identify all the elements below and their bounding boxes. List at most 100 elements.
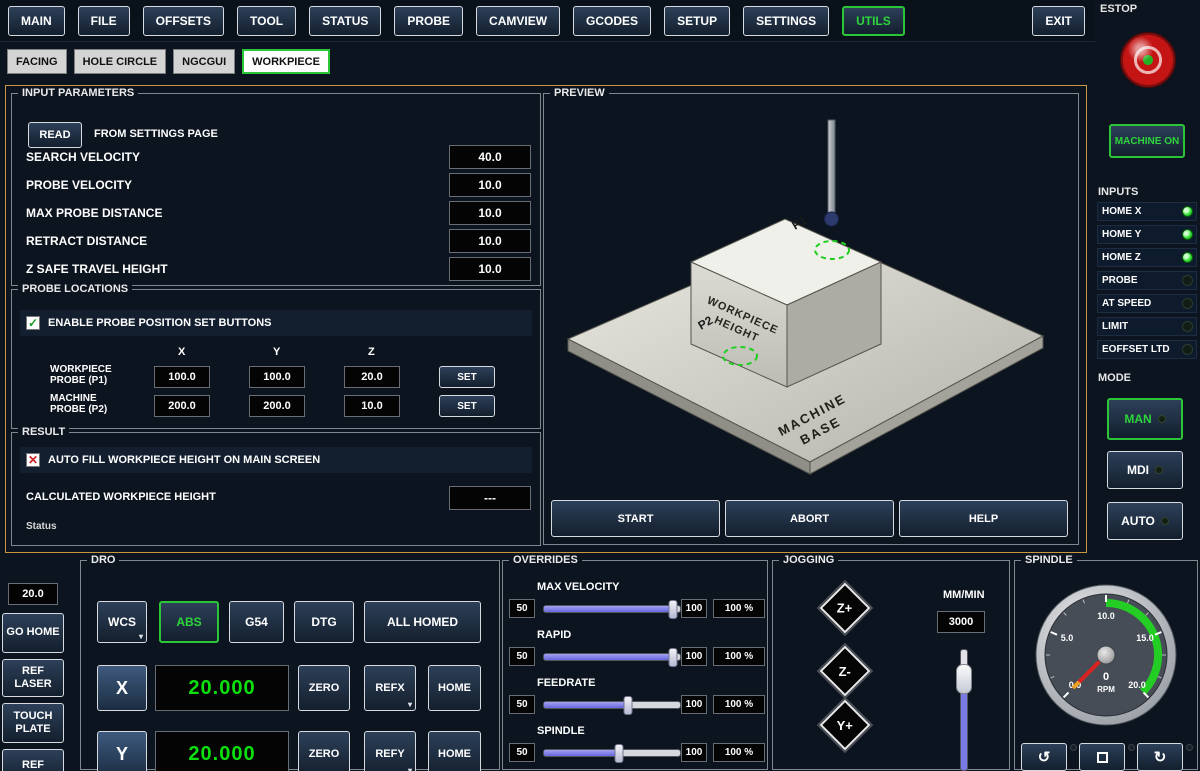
menu-gcodes-button[interactable]: GCODES [573, 6, 651, 36]
input-row-home-z: HOME Z [1097, 248, 1197, 267]
p1-y-field[interactable]: 100.0 [249, 366, 305, 388]
feedrate-min[interactable]: 50 [509, 695, 535, 714]
chevron-down-icon: ▾ [139, 632, 143, 641]
jog-z-minus-button[interactable]: Z- [820, 646, 871, 697]
jogging-group: JOGGING Z+ Z- Y+ MM/MIN 3000 [772, 560, 1010, 770]
jog-y-plus-button[interactable]: Y+ [820, 700, 871, 751]
spindle-gauge: 0.0 5.0 10.0 15.0 20.0 0 RPM [1023, 579, 1189, 731]
jog-z-plus-button[interactable]: Z+ [820, 583, 871, 634]
rapid-min[interactable]: 50 [509, 647, 535, 666]
chevron-down-icon: ▾ [408, 700, 412, 709]
spindle-cw-button[interactable]: ↻ [1137, 743, 1183, 771]
probe-velocity-field[interactable]: 10.0 [449, 173, 531, 197]
mode-mdi-button[interactable]: MDI [1107, 451, 1183, 489]
svg-text:15.0: 15.0 [1136, 633, 1154, 643]
axis-x-home-button[interactable]: HOME [428, 665, 481, 711]
max-probe-distance-field[interactable]: 10.0 [449, 201, 531, 225]
rapid-percent: 100 % [713, 647, 765, 666]
menu-setup-button[interactable]: SETUP [664, 6, 730, 36]
probe-rod [828, 120, 835, 213]
p1-x-field[interactable]: 100.0 [154, 366, 210, 388]
p1-z-field[interactable]: 20.0 [344, 366, 400, 388]
p1-set-button[interactable]: SET [439, 366, 495, 388]
spindle-min[interactable]: 50 [509, 743, 535, 762]
max-velocity-max[interactable]: 100 [681, 599, 707, 618]
wcs-button[interactable]: WCS▾ [97, 601, 147, 643]
max-velocity-slider-handle[interactable] [669, 600, 678, 619]
home-y-led [1182, 229, 1193, 240]
feedrate-slider-handle[interactable] [624, 696, 633, 715]
p2-set-button[interactable]: SET [439, 395, 495, 417]
result-group: RESULT ✕ AUTO FILL WORKPIECE HEIGHT ON M… [11, 432, 541, 546]
start-button[interactable]: START [551, 500, 720, 537]
feedrate-max[interactable]: 100 [681, 695, 707, 714]
rapid-slider-handle[interactable] [669, 648, 678, 667]
axis-y-home-button[interactable]: HOME [428, 731, 481, 771]
menu-settings-button[interactable]: SETTINGS [743, 6, 829, 36]
abs-button[interactable]: ABS [159, 601, 219, 643]
axis-x-ref-button[interactable]: REFX▾ [364, 665, 416, 711]
retract-distance-field[interactable]: 10.0 [449, 229, 531, 253]
tab-hole-circle[interactable]: HOLE CIRCLE [74, 49, 167, 74]
axis-x-zero-button[interactable]: ZERO [298, 665, 350, 711]
mode-auto-button[interactable]: AUTO [1107, 502, 1183, 540]
probe-tip [825, 212, 839, 226]
menu-offsets-button[interactable]: OFFSETS [143, 6, 224, 36]
exit-button[interactable]: EXIT [1032, 6, 1085, 36]
overrides-group: OVERRIDES MAX VELOCITY 50 100 100 % RAPI… [502, 560, 768, 770]
spindle-slider[interactable] [543, 749, 681, 757]
g54-button[interactable]: G54 [229, 601, 284, 643]
spindle-ccw-button[interactable]: ↺ [1021, 743, 1067, 771]
autofill-checkbox[interactable]: ✕ [26, 453, 40, 467]
group-title-jogging: JOGGING [779, 555, 838, 567]
max-velocity-min[interactable]: 50 [509, 599, 535, 618]
rapid-slider[interactable] [543, 653, 681, 661]
tab-workpiece[interactable]: WORKPIECE [242, 49, 330, 74]
enable-probe-set-checkbox[interactable]: ✓ [26, 316, 40, 330]
probe-led [1182, 275, 1193, 286]
tab-facing[interactable]: FACING [7, 49, 67, 74]
menu-file-button[interactable]: FILE [78, 6, 130, 36]
spindle-group: SPINDLE [1014, 560, 1198, 770]
go-home-button[interactable]: GO HOME [2, 613, 64, 653]
axis-y-ref-button[interactable]: REFY▾ [364, 731, 416, 771]
axis-y-zero-button[interactable]: ZERO [298, 731, 350, 771]
mode-man-button[interactable]: MAN [1107, 398, 1183, 440]
top-menu-bar: MAIN FILE OFFSETS TOOL STATUS PROBE CAMV… [0, 0, 1095, 42]
ref-button[interactable]: REF [2, 749, 64, 771]
p2-x-field[interactable]: 200.0 [154, 395, 210, 417]
column-x-header: X [178, 346, 185, 358]
touch-plate-button[interactable]: TOUCH PLATE [2, 703, 64, 743]
z-safe-travel-height-field[interactable]: 10.0 [449, 257, 531, 281]
menu-main-button[interactable]: MAIN [8, 6, 65, 36]
abort-button[interactable]: ABORT [725, 500, 894, 537]
search-velocity-field[interactable]: 40.0 [449, 145, 531, 169]
max-velocity-slider[interactable] [543, 605, 681, 613]
ref-laser-button[interactable]: REF LASER [2, 659, 64, 697]
axis-x-button[interactable]: X [97, 665, 147, 711]
spindle-slider-handle[interactable] [614, 744, 623, 763]
rapid-max[interactable]: 100 [681, 647, 707, 666]
jog-rate-slider[interactable] [960, 649, 968, 771]
p2-z-field[interactable]: 10.0 [344, 395, 400, 417]
menu-probe-button[interactable]: PROBE [394, 6, 463, 36]
input-row-at-speed: AT SPEED [1097, 294, 1197, 313]
estop-button[interactable] [1120, 32, 1176, 88]
tab-ngcgui[interactable]: NGCGUI [173, 49, 235, 74]
menu-camview-button[interactable]: CAMVIEW [476, 6, 560, 36]
axis-y-button[interactable]: Y [97, 731, 147, 771]
menu-utils-button[interactable]: UTILS [842, 6, 905, 36]
machine-on-button[interactable]: MACHINE ON [1109, 124, 1185, 158]
p2-y-field[interactable]: 200.0 [249, 395, 305, 417]
menu-tool-button[interactable]: TOOL [237, 6, 296, 36]
spindle-stop-button[interactable] [1079, 743, 1125, 771]
status-label: Status [26, 521, 57, 532]
menu-status-button[interactable]: STATUS [309, 6, 381, 36]
jog-rate-slider-handle[interactable] [956, 664, 972, 694]
help-button[interactable]: HELP [899, 500, 1068, 537]
spindle-cw-led [1186, 744, 1193, 751]
dtg-button[interactable]: DTG [294, 601, 354, 643]
all-homed-button[interactable]: ALL HOMED [364, 601, 481, 643]
feedrate-slider[interactable] [543, 701, 681, 709]
spindle-max[interactable]: 100 [681, 743, 707, 762]
